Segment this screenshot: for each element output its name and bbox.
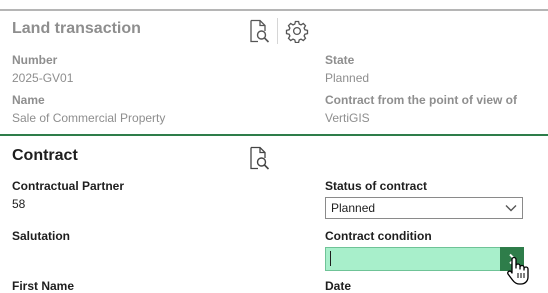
date-label: Date: [325, 279, 352, 293]
status-select-value: Planned: [331, 201, 376, 215]
gear-icon[interactable]: [284, 18, 310, 44]
contract-pov-value: VertiGIS: [325, 111, 370, 125]
number-label: Number: [12, 53, 58, 67]
top-divider: [0, 9, 548, 11]
chevron-down-icon[interactable]: [500, 204, 522, 212]
state-value: Planned: [325, 71, 370, 85]
status-label: Status of contract: [325, 179, 428, 193]
condition-input[interactable]: [325, 247, 523, 271]
hand-pointer-icon: [507, 256, 529, 291]
document-search-icon[interactable]: [246, 145, 272, 171]
name-value: Sale of Commercial Property: [12, 111, 166, 125]
document-search-icon[interactable]: [246, 18, 272, 44]
toolbar-separator: [277, 18, 278, 44]
status-select[interactable]: Planned: [325, 197, 523, 219]
section-divider: [0, 134, 548, 136]
number-value: 2025-GV01: [12, 71, 74, 85]
salutation-label: Salutation: [12, 229, 71, 243]
contract-title: Contract: [12, 147, 78, 164]
contractual-partner-label: Contractual Partner: [12, 179, 125, 193]
contract-pov-label: Contract from the point of view of: [325, 93, 517, 107]
condition-label: Contract condition: [325, 229, 432, 243]
contractual-partner-value: 58: [12, 197, 26, 211]
land-transaction-title: Land transaction: [12, 20, 141, 37]
text-caret: [330, 251, 331, 266]
name-label: Name: [12, 93, 45, 107]
first-name-label: First Name: [12, 279, 75, 293]
state-label: State: [325, 53, 355, 67]
